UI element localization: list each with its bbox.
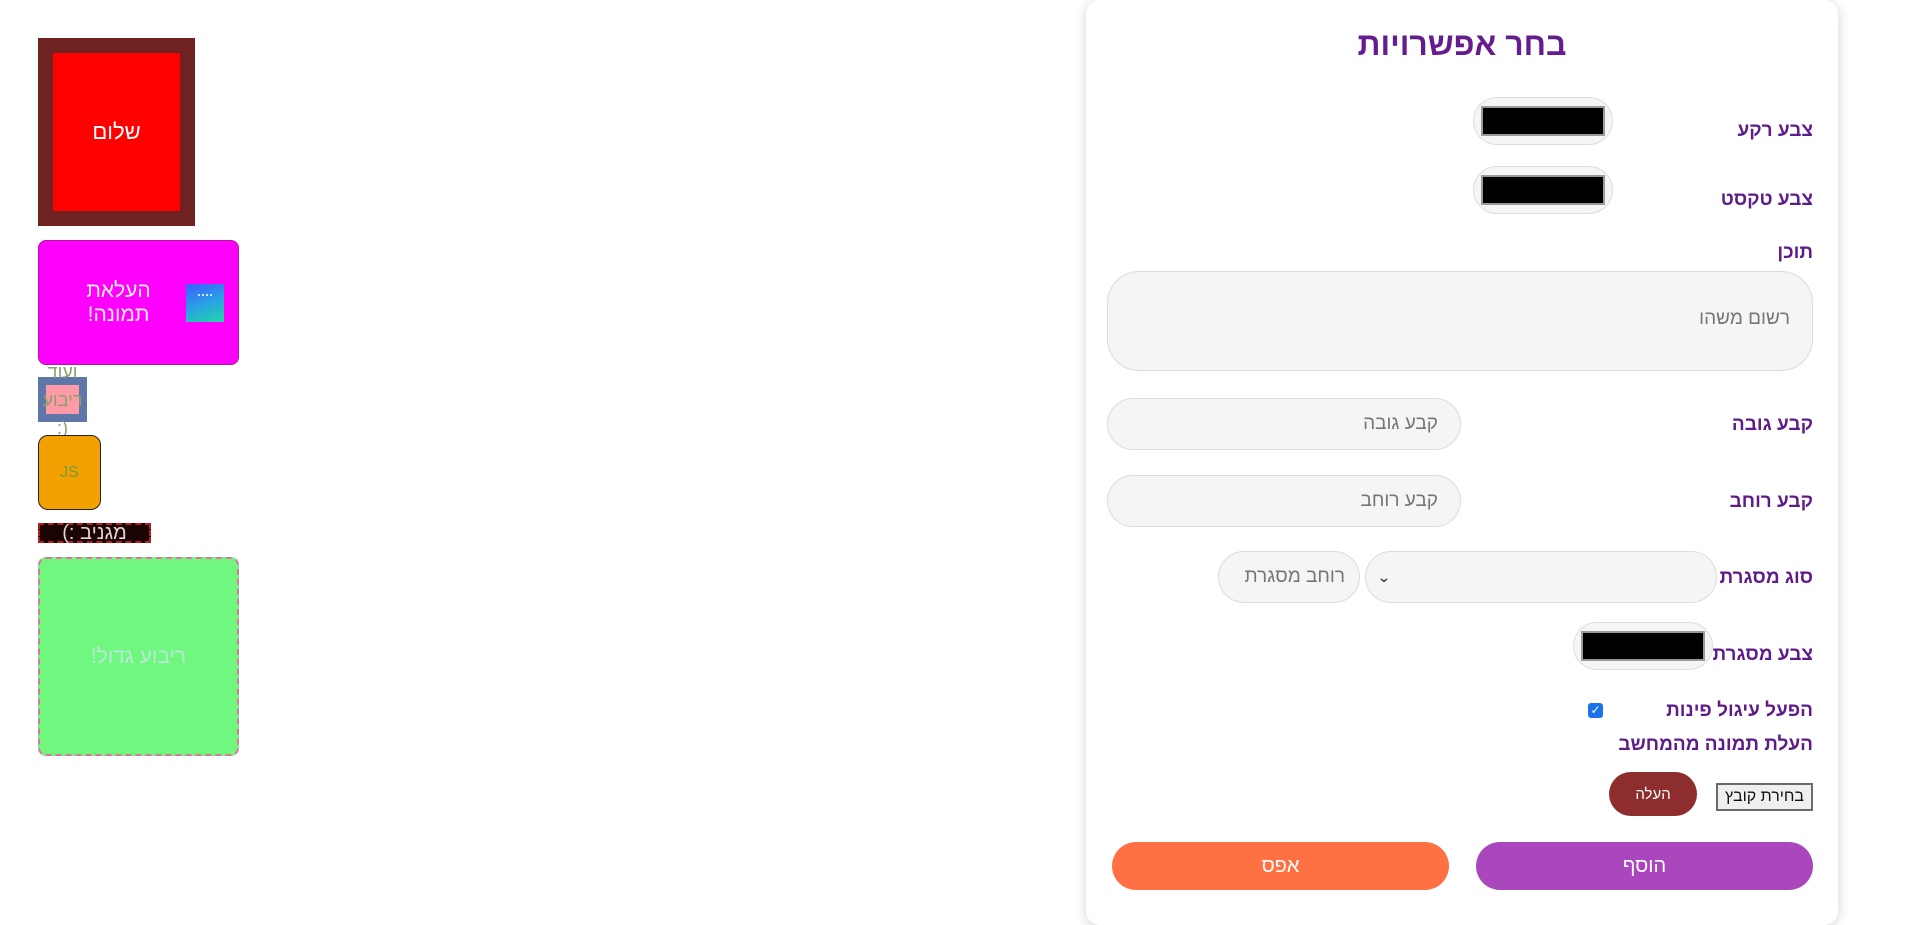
width-label: קבע רוחב <box>1729 491 1813 512</box>
created-box-image[interactable]: העלאת תמונה! <box>38 240 239 365</box>
created-box-js[interactable]: JS <box>38 435 101 510</box>
upload-image-label: העלת תמונה מהמחשב <box>1618 734 1813 755</box>
uploaded-image-thumbnail <box>186 283 224 322</box>
bg-color-picker[interactable] <box>1473 97 1613 145</box>
box-text: JS <box>60 463 79 481</box>
text-color-swatch <box>1481 175 1605 205</box>
rounded-corners-label: הפעל עיגול פינות <box>1666 700 1813 721</box>
box-text: ריבוע גדול! <box>90 644 187 668</box>
box-text-line-1: ועוד <box>47 361 78 382</box>
reset-button[interactable]: אפס <box>1112 842 1449 890</box>
created-box-small[interactable]: ועוד ריבוע :) <box>38 362 87 438</box>
upload-button[interactable]: העלה <box>1609 772 1697 816</box>
choose-file-button[interactable]: בחירת קובץ <box>1715 783 1813 811</box>
box-text: מגניב :) <box>62 522 127 544</box>
box-text: שלום <box>92 119 141 144</box>
checkmark-icon: ✓ <box>1590 703 1601 717</box>
chevron-down-icon: ⌄ <box>1376 568 1391 585</box>
options-panel: בחר אפשרויות צבע רקע צבע טקסט תוכן קבע ג… <box>1086 0 1838 925</box>
border-type-select[interactable]: ⌄ <box>1365 551 1717 603</box>
width-input[interactable] <box>1107 475 1461 527</box>
height-label: קבע גובה <box>1731 414 1813 435</box>
created-box-cool[interactable]: מגניב :) <box>38 523 151 543</box>
text-color-label: צבע טקסט <box>1720 189 1813 210</box>
border-color-label: צבע מסגרת <box>1712 644 1813 665</box>
height-input[interactable] <box>1107 398 1461 450</box>
text-color-picker[interactable] <box>1473 166 1613 214</box>
created-box-hello[interactable]: שלום <box>38 38 195 226</box>
bg-color-label: צבע רקע <box>1737 120 1814 141</box>
add-button[interactable]: הוסף <box>1476 842 1813 890</box>
content-textarea[interactable] <box>1107 271 1813 371</box>
panel-title: בחר אפשרויות <box>1357 26 1567 62</box>
border-color-picker[interactable] <box>1573 622 1713 670</box>
border-width-input[interactable] <box>1218 551 1360 603</box>
preview-canvas: שלום העלאת תמונה! ועוד ריבוע :) JS מגניב… <box>0 0 900 907</box>
bg-color-swatch <box>1481 106 1605 136</box>
box-text: העלאת תמונה! <box>86 278 151 326</box>
created-box-big-square[interactable]: ריבוע גדול! <box>38 557 239 756</box>
box-text-line-2: ריבוע <box>42 389 83 410</box>
border-color-swatch <box>1581 631 1705 661</box>
rounded-corners-checkbox[interactable]: ✓ <box>1588 703 1603 718</box>
border-type-label: סוג מסגרת <box>1719 567 1813 588</box>
content-label: תוכן <box>1777 242 1813 263</box>
